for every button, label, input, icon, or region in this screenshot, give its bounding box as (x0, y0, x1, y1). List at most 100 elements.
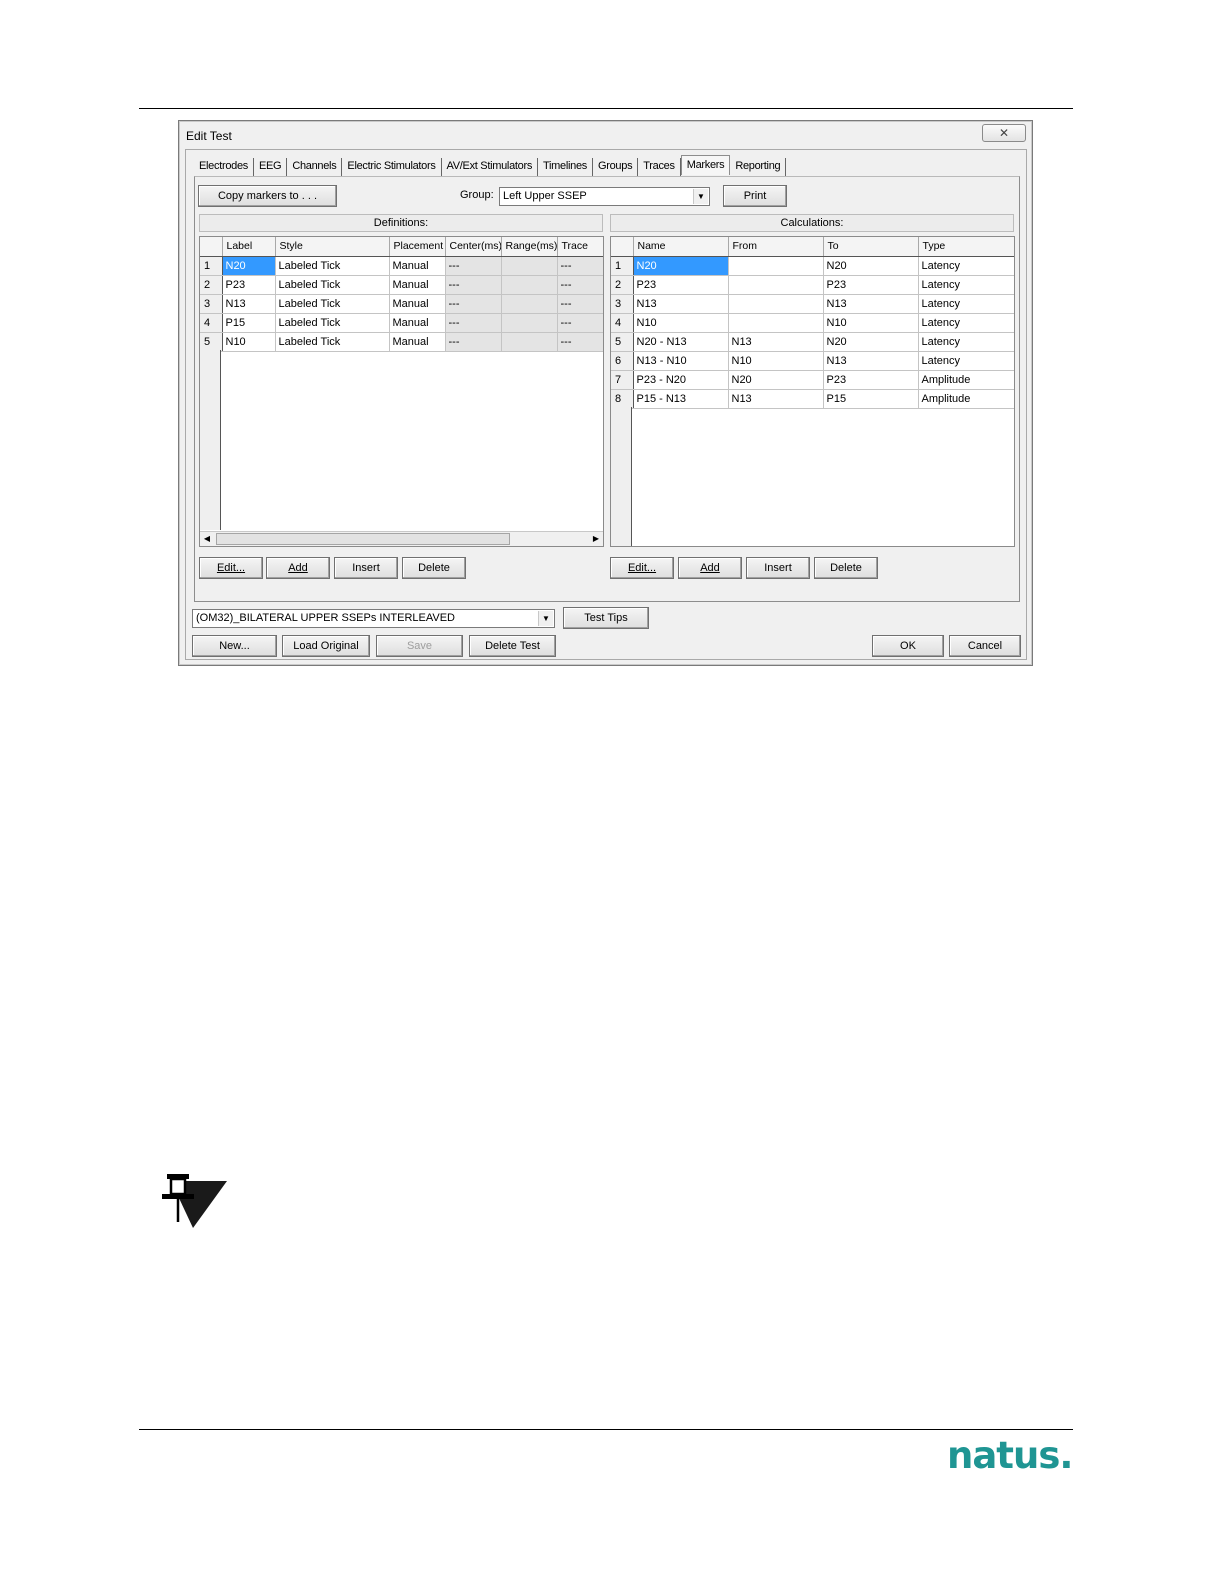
tab-reporting[interactable]: Reporting (730, 158, 787, 176)
cell-label[interactable]: P15 (222, 313, 276, 333)
column-header[interactable]: Trace (557, 237, 603, 257)
load-original-button[interactable]: Load Original (282, 635, 370, 657)
scroll-left-icon[interactable]: ◀ (200, 532, 214, 546)
cell-from[interactable]: N13 (728, 389, 824, 409)
cell-to[interactable]: N10 (823, 313, 919, 333)
cell-name[interactable]: N13 (633, 294, 729, 314)
tab-groups[interactable]: Groups (593, 158, 639, 176)
chevron-down-icon[interactable]: ▼ (538, 611, 553, 626)
cell-range[interactable] (501, 275, 558, 295)
definitions-edit-button[interactable]: Edit... (199, 557, 263, 579)
cell-range[interactable] (501, 313, 558, 333)
tab-eeg[interactable]: EEG (254, 158, 288, 176)
cell-to[interactable]: P23 (823, 275, 919, 295)
table-row[interactable]: 3 N13 Labeled Tick Manual --- --- (200, 294, 603, 314)
table-row[interactable]: 5 N10 Labeled Tick Manual --- --- (200, 332, 603, 352)
column-header[interactable]: Name (633, 237, 729, 257)
table-row[interactable]: 7 P23 - N20 N20 P23 Amplitude (611, 370, 1014, 390)
cell-type[interactable]: Latency (918, 294, 1014, 314)
cell-label[interactable]: P23 (222, 275, 276, 295)
cell-type[interactable]: Latency (918, 256, 1014, 276)
table-row[interactable]: 2 P23 Labeled Tick Manual --- --- (200, 275, 603, 295)
cell-from[interactable] (728, 256, 824, 276)
cell-style[interactable]: Labeled Tick (275, 313, 390, 333)
cell-name[interactable]: N13 - N10 (633, 351, 729, 371)
cell-style[interactable]: Labeled Tick (275, 294, 390, 314)
cell-from[interactable]: N13 (728, 332, 824, 352)
horizontal-scrollbar[interactable]: ◀ ▶ (200, 531, 603, 546)
table-row[interactable]: 6 N13 - N10 N10 N13 Latency (611, 351, 1014, 371)
tab-electric-stimulators[interactable]: Electric Stimulators (342, 158, 442, 176)
calculations-delete-button[interactable]: Delete (814, 557, 878, 579)
table-row[interactable]: 1 N20 N20 Latency (611, 256, 1014, 276)
calculations-insert-button[interactable]: Insert (746, 557, 810, 579)
cell-label[interactable]: N13 (222, 294, 276, 314)
scroll-thumb[interactable] (216, 533, 510, 545)
copy-markers-button[interactable]: Copy markers to . . . (198, 185, 337, 207)
table-row[interactable]: 3 N13 N13 Latency (611, 294, 1014, 314)
cell-placement[interactable]: Manual (389, 332, 446, 352)
definitions-delete-button[interactable]: Delete (402, 557, 466, 579)
column-header[interactable]: To (823, 237, 919, 257)
cell-type[interactable]: Latency (918, 275, 1014, 295)
calculations-add-button[interactable]: Add (678, 557, 742, 579)
scroll-right-icon[interactable]: ▶ (589, 532, 603, 546)
cell-type[interactable]: Amplitude (918, 389, 1014, 409)
cell-from[interactable] (728, 294, 824, 314)
cell-style[interactable]: Labeled Tick (275, 275, 390, 295)
cell-to[interactable]: N20 (823, 332, 919, 352)
table-row[interactable]: 2 P23 P23 Latency (611, 275, 1014, 295)
cell-trace[interactable]: --- (557, 294, 603, 314)
cell-range[interactable] (501, 294, 558, 314)
cell-placement[interactable]: Manual (389, 294, 446, 314)
close-button[interactable]: ✕ (982, 124, 1026, 142)
cell-type[interactable]: Latency (918, 351, 1014, 371)
tab-av-ext-stimulators[interactable]: AV/Ext Stimulators (442, 158, 539, 176)
table-row[interactable]: 4 N10 N10 Latency (611, 313, 1014, 333)
cell-to[interactable]: N20 (823, 256, 919, 276)
cell-from[interactable]: N20 (728, 370, 824, 390)
cell-to[interactable]: P23 (823, 370, 919, 390)
cell-label[interactable]: N10 (222, 332, 276, 352)
cell-center[interactable]: --- (445, 275, 502, 295)
cell-style[interactable]: Labeled Tick (275, 256, 390, 276)
table-row[interactable]: 5 N20 - N13 N13 N20 Latency (611, 332, 1014, 352)
cell-type[interactable]: Amplitude (918, 370, 1014, 390)
cell-placement[interactable]: Manual (389, 275, 446, 295)
cell-trace[interactable]: --- (557, 256, 603, 276)
cell-center[interactable]: --- (445, 332, 502, 352)
column-header[interactable]: Label (222, 237, 276, 257)
column-header[interactable]: Style (275, 237, 390, 257)
cell-label[interactable]: N20 (222, 256, 276, 276)
cell-name[interactable]: N20 (633, 256, 729, 276)
column-header[interactable]: Placement (389, 237, 446, 257)
cell-center[interactable]: --- (445, 256, 502, 276)
cell-from[interactable] (728, 313, 824, 333)
table-row[interactable]: 4 P15 Labeled Tick Manual --- --- (200, 313, 603, 333)
cell-name[interactable]: N20 - N13 (633, 332, 729, 352)
cell-name[interactable]: P23 - N20 (633, 370, 729, 390)
cell-range[interactable] (501, 256, 558, 276)
cell-from[interactable] (728, 275, 824, 295)
test-select[interactable]: (OM32)_BILATERAL UPPER SSEPs INTERLEAVED… (192, 609, 555, 628)
cell-placement[interactable]: Manual (389, 256, 446, 276)
cell-style[interactable]: Labeled Tick (275, 332, 390, 352)
new-button[interactable]: New... (192, 635, 277, 657)
cell-type[interactable]: Latency (918, 332, 1014, 352)
test-tips-button[interactable]: Test Tips (563, 607, 649, 629)
cell-type[interactable]: Latency (918, 313, 1014, 333)
cell-to[interactable]: N13 (823, 351, 919, 371)
cell-center[interactable]: --- (445, 313, 502, 333)
tab-timelines[interactable]: Timelines (538, 158, 593, 176)
cell-from[interactable]: N10 (728, 351, 824, 371)
tab-traces[interactable]: Traces (638, 158, 681, 176)
cell-trace[interactable]: --- (557, 313, 603, 333)
tab-markers[interactable]: Markers (680, 155, 731, 175)
cell-center[interactable]: --- (445, 294, 502, 314)
cell-to[interactable]: P15 (823, 389, 919, 409)
cancel-button[interactable]: Cancel (949, 635, 1021, 657)
ok-button[interactable]: OK (872, 635, 944, 657)
cell-placement[interactable]: Manual (389, 313, 446, 333)
chevron-down-icon[interactable]: ▼ (693, 189, 708, 204)
definitions-add-button[interactable]: Add (266, 557, 330, 579)
